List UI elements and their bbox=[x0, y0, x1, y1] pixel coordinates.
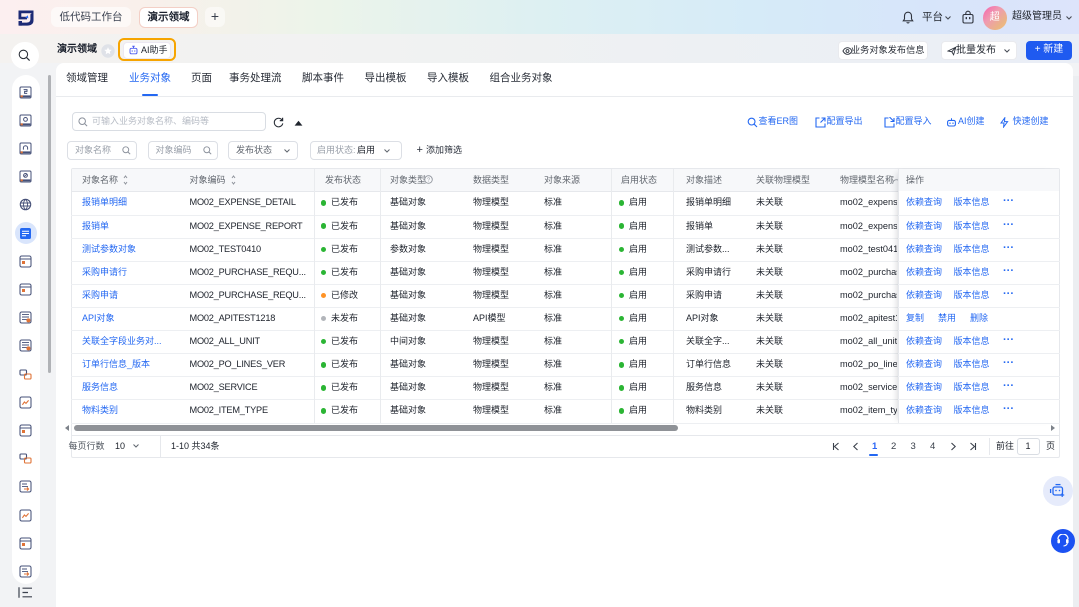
svg-text:?: ? bbox=[427, 178, 430, 184]
